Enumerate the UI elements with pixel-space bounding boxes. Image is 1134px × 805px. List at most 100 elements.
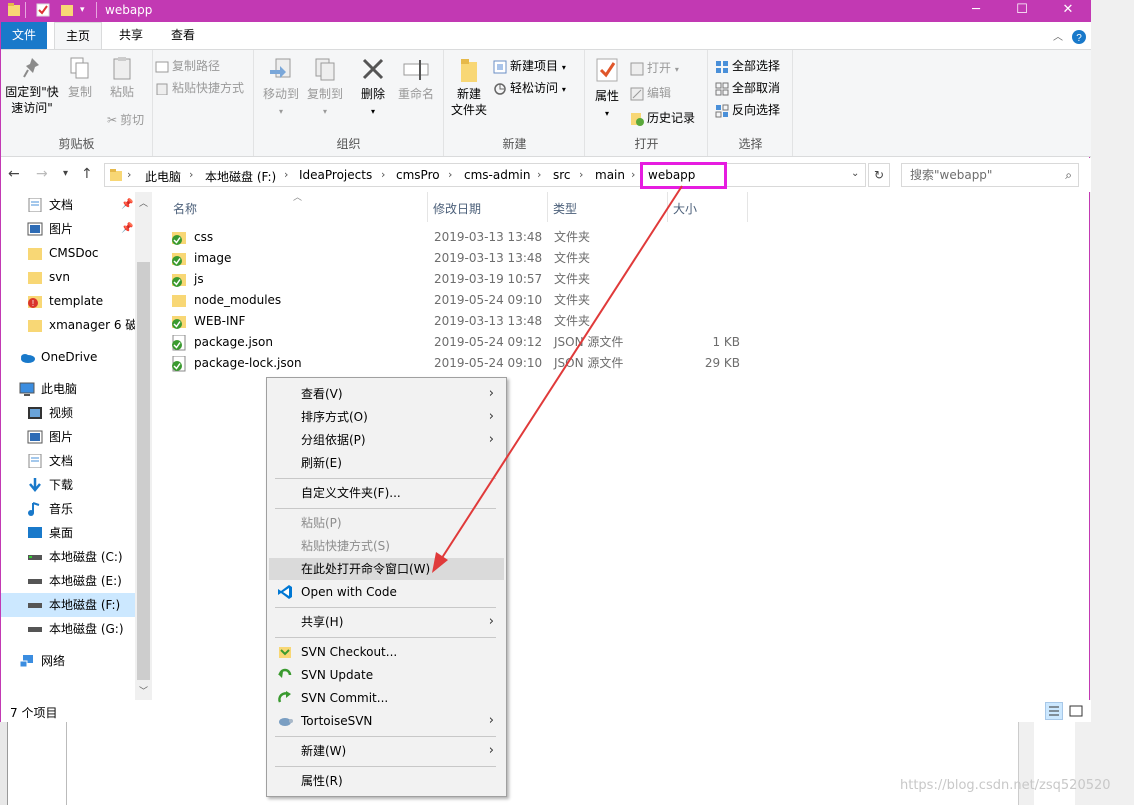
address-bar[interactable]: › 此电脑 › 本地磁盘 (F:) › IdeaProjects › cmsPr…	[104, 163, 866, 187]
breadcrumb-cmspro[interactable]: cmsPro	[396, 168, 440, 182]
select-all-button[interactable]: 全部选择	[715, 56, 780, 76]
menu-item-properties[interactable]: 属性(R)	[269, 770, 504, 792]
title-bar[interactable]: ▾ webapp ─ ☐ ✕	[1, 0, 1091, 22]
properties-quick-icon[interactable]	[36, 2, 50, 18]
menu-item-view[interactable]: 查看(V) ›	[269, 383, 504, 405]
breadcrumb-separator[interactable]: ›	[537, 168, 541, 181]
close-button[interactable]: ✕	[1045, 0, 1091, 22]
open-button[interactable]: 打开 ▾	[630, 58, 679, 78]
tab-home[interactable]: 主页	[54, 22, 102, 49]
nav-item-xmanager[interactable]: xmanager 6 破	[1, 313, 135, 337]
up-arrow-icon[interactable]: ↑	[81, 166, 93, 182]
invert-selection-button[interactable]: 反向选择	[715, 100, 780, 120]
breadcrumb-ideaprojects[interactable]: IdeaProjects	[299, 168, 372, 182]
search-icon[interactable]: ⌕	[1065, 164, 1072, 186]
search-input[interactable]: 搜索"webapp" ⌕	[901, 163, 1079, 187]
nav-item-onedrive[interactable]: OneDrive	[1, 345, 135, 369]
menu-item-customize-folder[interactable]: 自定义文件夹(F)...	[269, 482, 504, 504]
help-icon[interactable]: ?	[1072, 30, 1086, 44]
quick-access-dropdown-icon[interactable]: ▾	[80, 5, 85, 21]
column-header-date[interactable]: 修改日期	[433, 200, 481, 217]
column-header-name[interactable]: 名称	[173, 200, 197, 217]
breadcrumb-cms-admin[interactable]: cms-admin	[464, 168, 530, 182]
breadcrumb-separator[interactable]: ›	[284, 168, 288, 181]
nav-item-drive-g[interactable]: 本地磁盘 (G:)	[1, 617, 135, 641]
properties-button[interactable]: 属性 ▾	[590, 56, 624, 122]
breadcrumb-separator[interactable]: ›	[579, 168, 583, 181]
breadcrumb-main[interactable]: main	[595, 168, 625, 182]
breadcrumb-separator[interactable]: ›	[448, 168, 452, 181]
new-item-button[interactable]: 新建项目 ▾	[493, 56, 566, 76]
breadcrumb-src[interactable]: src	[553, 168, 571, 182]
minimize-button[interactable]: ─	[953, 0, 999, 22]
select-none-button[interactable]: 全部取消	[715, 78, 780, 98]
breadcrumb-this-pc[interactable]: 此电脑	[145, 168, 181, 185]
menu-item-paste-shortcut[interactable]: 粘贴快捷方式(S)	[269, 535, 504, 557]
maximize-button[interactable]: ☐	[999, 0, 1045, 22]
details-view-button[interactable]	[1045, 702, 1063, 720]
scroll-up-icon[interactable]: ︿	[135, 196, 152, 209]
nav-item-documents[interactable]: 文档	[1, 449, 135, 473]
paste-button[interactable]: 粘贴	[101, 56, 143, 100]
rename-button[interactable]: 重命名	[394, 56, 438, 102]
nav-item-desktop[interactable]: 桌面	[1, 521, 135, 545]
nav-pane-scrollbar[interactable]: ︿ ﹀	[135, 192, 152, 700]
breadcrumb-separator[interactable]: ›	[381, 168, 385, 181]
menu-item-new[interactable]: 新建(W) ›	[269, 740, 504, 762]
tab-view[interactable]: 查看	[160, 22, 206, 49]
paste-shortcut-button[interactable]: 粘贴快捷方式	[155, 78, 244, 98]
pin-icon[interactable]: 📌	[121, 193, 133, 217]
cut-button[interactable]: ✂ 剪切	[107, 110, 144, 130]
breadcrumb-separator[interactable]: ›	[127, 168, 131, 181]
new-folder-quick-icon[interactable]	[60, 2, 74, 18]
large-icons-view-button[interactable]	[1067, 702, 1085, 720]
nav-item-music[interactable]: 音乐	[1, 497, 135, 521]
pin-icon[interactable]: 📌	[121, 217, 133, 241]
refresh-button[interactable]: ↻	[868, 163, 890, 187]
move-to-button[interactable]: 移动到 ▾	[260, 56, 302, 120]
menu-item-paste[interactable]: 粘贴(P)	[269, 512, 504, 534]
menu-item-refresh[interactable]: 刷新(E)	[269, 452, 504, 474]
breadcrumb-separator[interactable]: ›	[631, 168, 635, 181]
nav-item-svn[interactable]: svn	[1, 265, 135, 289]
column-header-type[interactable]: 类型	[553, 200, 577, 217]
breadcrumb-separator[interactable]: ›	[189, 168, 193, 181]
nav-item-drive-c[interactable]: 本地磁盘 (C:)	[1, 545, 135, 569]
edit-button[interactable]: 编辑	[630, 83, 671, 103]
nav-item-videos[interactable]: 视频	[1, 401, 135, 425]
forward-arrow-icon[interactable]: →	[36, 166, 48, 182]
collapse-ribbon-icon[interactable]: ︿	[1053, 28, 1063, 43]
nav-item-network[interactable]: 网络	[1, 649, 135, 673]
copy-button[interactable]: 复制	[63, 56, 97, 100]
scrollbar-thumb[interactable]	[137, 262, 150, 680]
menu-item-svn-commit[interactable]: SVN Commit...	[269, 687, 504, 709]
nav-item-template[interactable]: ! template	[1, 289, 135, 313]
tab-file[interactable]: 文件	[1, 22, 47, 49]
breadcrumb-drive-f[interactable]: 本地磁盘 (F:)	[205, 168, 276, 185]
menu-item-svn-checkout[interactable]: SVN Checkout...	[269, 641, 504, 663]
nav-item-drive-e[interactable]: 本地磁盘 (E:)	[1, 569, 135, 593]
address-dropdown-icon[interactable]: ⌄	[851, 168, 859, 179]
back-arrow-icon[interactable]: ←	[8, 166, 20, 182]
nav-item-downloads[interactable]: 下载	[1, 473, 135, 497]
delete-button[interactable]: 删除 ▾	[354, 56, 392, 120]
easy-access-button[interactable]: 轻松访问 ▾	[493, 78, 566, 98]
nav-item-cmsdoc[interactable]: CMSDoc	[1, 241, 135, 265]
menu-item-tortoisesvn[interactable]: TortoiseSVN ›	[269, 710, 504, 732]
menu-item-sort[interactable]: 排序方式(O) ›	[269, 406, 504, 428]
copy-to-button[interactable]: 复制到 ▾	[304, 56, 346, 120]
new-folder-button[interactable]: 新建 文件夹	[449, 56, 489, 118]
menu-item-open-with-code[interactable]: Open with Code	[269, 581, 504, 603]
menu-item-svn-update[interactable]: SVN Update	[269, 664, 504, 686]
nav-item-drive-f[interactable]: 本地磁盘 (F:)	[1, 593, 135, 617]
nav-item-pictures-pinned[interactable]: 图片 📌	[1, 217, 135, 241]
nav-item-this-pc[interactable]: 此电脑	[1, 377, 135, 401]
column-header-size[interactable]: 大小	[673, 200, 697, 217]
nav-item-pictures[interactable]: 图片	[1, 425, 135, 449]
copy-path-button[interactable]: 复制路径	[155, 56, 220, 76]
pin-quick-access-button[interactable]: 固定到"快 速访问"	[3, 56, 61, 116]
history-button[interactable]: 历史记录	[630, 108, 695, 128]
menu-item-open-command-window[interactable]: 在此处打开命令窗口(W)	[269, 558, 504, 580]
menu-item-share[interactable]: 共享(H) ›	[269, 611, 504, 633]
scroll-down-icon[interactable]: ﹀	[135, 684, 152, 697]
